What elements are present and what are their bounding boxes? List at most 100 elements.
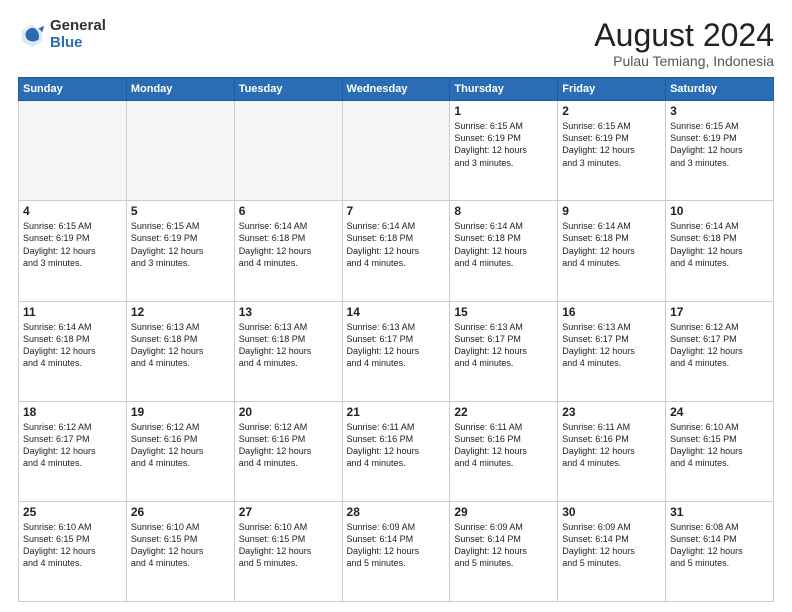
day-info: Sunrise: 6:15 AM Sunset: 6:19 PM Dayligh… <box>562 120 661 169</box>
calendar-cell: 5 Sunrise: 6:15 AM Sunset: 6:19 PM Daylig… <box>126 201 234 301</box>
header: General Blue August 2024 Pulau Temiang, … <box>18 18 774 69</box>
day-number: 11 <box>23 305 122 319</box>
day-info: Sunrise: 6:13 AM Sunset: 6:18 PM Dayligh… <box>131 321 230 370</box>
day-number: 19 <box>131 405 230 419</box>
weekday-header-friday: Friday <box>558 78 666 101</box>
day-number: 28 <box>347 505 446 519</box>
calendar-cell: 23Sunrise: 6:11 AM Sunset: 6:16 PM Dayli… <box>558 401 666 501</box>
calendar-cell: 6Sunrise: 6:14 AM Sunset: 6:18 PM Daylig… <box>234 201 342 301</box>
day-number: 26 <box>131 505 230 519</box>
day-number: 14 <box>347 305 446 319</box>
logo-icon <box>18 21 46 49</box>
day-info: Sunrise: 6:15 AM Sunset: 6:19 PM Dayligh… <box>131 220 230 269</box>
day-number: 25 <box>23 505 122 519</box>
day-number: 17 <box>670 305 769 319</box>
day-number: 29 <box>454 505 553 519</box>
calendar-cell: 17 Sunrise: 6:12 AM Sunset: 6:17 PM Dayli… <box>666 301 774 401</box>
weekday-header-wednesday: Wednesday <box>342 78 450 101</box>
subtitle: Pulau Temiang, Indonesia <box>594 53 774 69</box>
calendar-cell <box>234 101 342 201</box>
calendar-cell: 7 Sunrise: 6:14 AM Sunset: 6:18 PM Daylig… <box>342 201 450 301</box>
weekday-header-sunday: Sunday <box>19 78 127 101</box>
day-number: 5 <box>131 204 230 218</box>
day-number: 13 <box>239 305 338 319</box>
page: General Blue August 2024 Pulau Temiang, … <box>0 0 792 612</box>
calendar-cell <box>342 101 450 201</box>
day-info: Sunrise: 6:15 AM Sunset: 6:19 PM Dayligh… <box>23 220 122 269</box>
weekday-header-thursday: Thursday <box>450 78 558 101</box>
day-info: Sunrise: 6:12 AM Sunset: 6:16 PM Dayligh… <box>131 421 230 470</box>
day-info: Sunrise: 6:14 AM Sunset: 6:18 PM Dayligh… <box>562 220 661 269</box>
main-title: August 2024 <box>594 18 774 53</box>
calendar-cell: 22 Sunrise: 6:11 AM Sunset: 6:16 PM Dayli… <box>450 401 558 501</box>
day-number: 30 <box>562 505 661 519</box>
calendar-cell: 27 Sunrise: 6:10 AM Sunset: 6:15 PM Dayli… <box>234 501 342 601</box>
calendar-cell: 16Sunrise: 6:13 AM Sunset: 6:17 PM Dayli… <box>558 301 666 401</box>
day-number: 12 <box>131 305 230 319</box>
calendar-cell: 10Sunrise: 6:14 AM Sunset: 6:18 PM Dayli… <box>666 201 774 301</box>
calendar-cell <box>19 101 127 201</box>
calendar-cell: 30 Sunrise: 6:09 AM Sunset: 6:14 PM Dayli… <box>558 501 666 601</box>
calendar-cell: 1 Sunrise: 6:15 AM Sunset: 6:19 PM Daylig… <box>450 101 558 201</box>
calendar-cell: 13 Sunrise: 6:13 AM Sunset: 6:18 PM Dayli… <box>234 301 342 401</box>
calendar-week-2: 4 Sunrise: 6:15 AM Sunset: 6:19 PM Daylig… <box>19 201 774 301</box>
day-info: Sunrise: 6:11 AM Sunset: 6:16 PM Dayligh… <box>562 421 661 470</box>
day-number: 24 <box>670 405 769 419</box>
weekday-header-monday: Monday <box>126 78 234 101</box>
calendar-cell: 4 Sunrise: 6:15 AM Sunset: 6:19 PM Daylig… <box>19 201 127 301</box>
day-info: Sunrise: 6:15 AM Sunset: 6:19 PM Dayligh… <box>454 120 553 169</box>
day-info: Sunrise: 6:12 AM Sunset: 6:17 PM Dayligh… <box>23 421 122 470</box>
day-number: 7 <box>347 204 446 218</box>
weekday-header-saturday: Saturday <box>666 78 774 101</box>
day-number: 9 <box>562 204 661 218</box>
calendar-cell: 31 Sunrise: 6:08 AM Sunset: 6:14 PM Dayli… <box>666 501 774 601</box>
day-number: 16 <box>562 305 661 319</box>
day-number: 1 <box>454 104 553 118</box>
day-info: Sunrise: 6:08 AM Sunset: 6:14 PM Dayligh… <box>670 521 769 570</box>
day-number: 27 <box>239 505 338 519</box>
calendar-cell: 14 Sunrise: 6:13 AM Sunset: 6:17 PM Dayli… <box>342 301 450 401</box>
day-info: Sunrise: 6:10 AM Sunset: 6:15 PM Dayligh… <box>670 421 769 470</box>
day-info: Sunrise: 6:13 AM Sunset: 6:18 PM Dayligh… <box>239 321 338 370</box>
day-number: 22 <box>454 405 553 419</box>
calendar-cell: 21Sunrise: 6:11 AM Sunset: 6:16 PM Dayli… <box>342 401 450 501</box>
day-info: Sunrise: 6:13 AM Sunset: 6:17 PM Dayligh… <box>347 321 446 370</box>
calendar-cell: 15Sunrise: 6:13 AM Sunset: 6:17 PM Dayli… <box>450 301 558 401</box>
day-number: 18 <box>23 405 122 419</box>
weekday-header-tuesday: Tuesday <box>234 78 342 101</box>
day-number: 6 <box>239 204 338 218</box>
day-number: 3 <box>670 104 769 118</box>
calendar-week-1: 1 Sunrise: 6:15 AM Sunset: 6:19 PM Daylig… <box>19 101 774 201</box>
calendar-week-4: 18 Sunrise: 6:12 AM Sunset: 6:17 PM Dayli… <box>19 401 774 501</box>
calendar-cell: 9 Sunrise: 6:14 AM Sunset: 6:18 PM Daylig… <box>558 201 666 301</box>
logo-blue: Blue <box>50 35 106 52</box>
day-number: 10 <box>670 204 769 218</box>
logo-general: General <box>50 18 106 35</box>
calendar-cell: 18 Sunrise: 6:12 AM Sunset: 6:17 PM Dayli… <box>19 401 127 501</box>
calendar-cell: 20Sunrise: 6:12 AM Sunset: 6:16 PM Dayli… <box>234 401 342 501</box>
day-info: Sunrise: 6:10 AM Sunset: 6:15 PM Dayligh… <box>239 521 338 570</box>
day-info: Sunrise: 6:15 AM Sunset: 6:19 PM Dayligh… <box>670 120 769 169</box>
weekday-header-row: SundayMondayTuesdayWednesdayThursdayFrid… <box>19 78 774 101</box>
calendar-cell: 28Sunrise: 6:09 AM Sunset: 6:14 PM Dayli… <box>342 501 450 601</box>
day-number: 8 <box>454 204 553 218</box>
day-number: 31 <box>670 505 769 519</box>
calendar-cell <box>126 101 234 201</box>
day-number: 15 <box>454 305 553 319</box>
day-info: Sunrise: 6:14 AM Sunset: 6:18 PM Dayligh… <box>347 220 446 269</box>
calendar-week-5: 25 Sunrise: 6:10 AM Sunset: 6:15 PM Dayli… <box>19 501 774 601</box>
calendar-cell: 3 Sunrise: 6:15 AM Sunset: 6:19 PM Daylig… <box>666 101 774 201</box>
day-info: Sunrise: 6:11 AM Sunset: 6:16 PM Dayligh… <box>454 421 553 470</box>
day-info: Sunrise: 6:12 AM Sunset: 6:17 PM Dayligh… <box>670 321 769 370</box>
day-info: Sunrise: 6:10 AM Sunset: 6:15 PM Dayligh… <box>23 521 122 570</box>
calendar-cell: 12 Sunrise: 6:13 AM Sunset: 6:18 PM Dayli… <box>126 301 234 401</box>
day-info: Sunrise: 6:11 AM Sunset: 6:16 PM Dayligh… <box>347 421 446 470</box>
day-number: 2 <box>562 104 661 118</box>
day-info: Sunrise: 6:09 AM Sunset: 6:14 PM Dayligh… <box>562 521 661 570</box>
title-block: August 2024 Pulau Temiang, Indonesia <box>594 18 774 69</box>
calendar-cell: 24 Sunrise: 6:10 AM Sunset: 6:15 PM Dayli… <box>666 401 774 501</box>
logo: General Blue <box>18 18 106 51</box>
day-info: Sunrise: 6:10 AM Sunset: 6:15 PM Dayligh… <box>131 521 230 570</box>
day-number: 4 <box>23 204 122 218</box>
day-number: 20 <box>239 405 338 419</box>
